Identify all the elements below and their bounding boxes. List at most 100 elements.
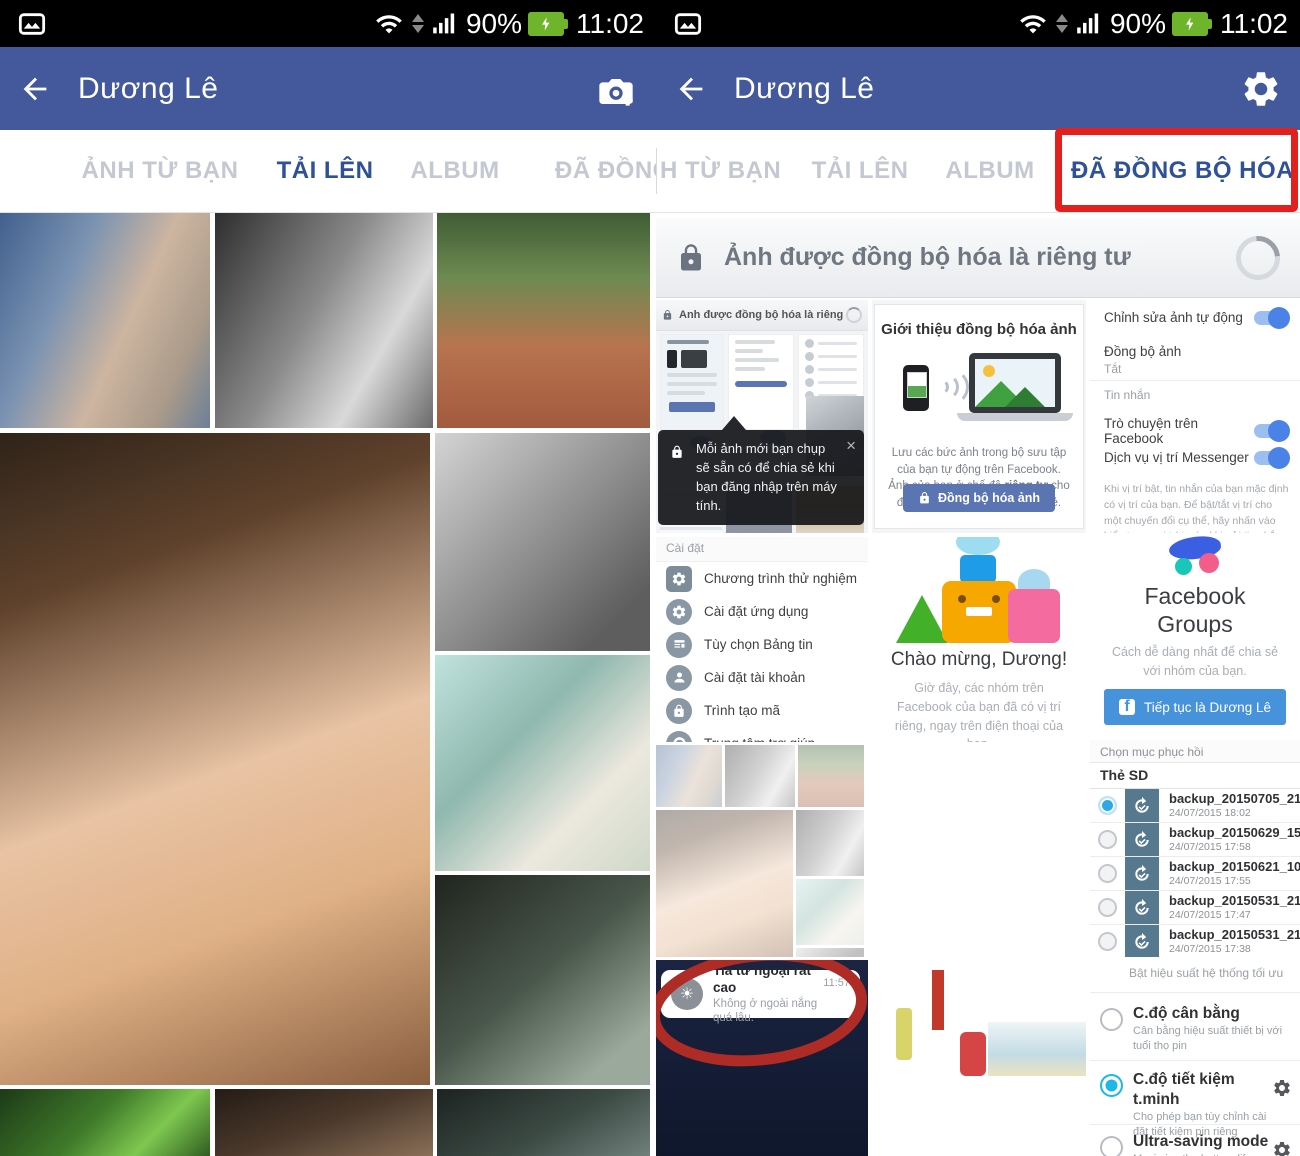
person-icon [666,664,692,691]
close-icon[interactable]: × [846,434,856,459]
setting-photo-sync-label[interactable]: Đồng bộ ảnh [1104,344,1288,359]
gear-icon [666,598,692,625]
data-activity-icon [411,14,424,33]
radio-icon[interactable] [1100,1008,1123,1031]
menu-item-app-settings[interactable]: Cài đặt ứng dụng [656,595,868,628]
radio-icon[interactable] [1098,830,1117,849]
tab-photos-of-you[interactable]: ẢNH TỪ BẠN [70,130,250,212]
lock-icon [663,309,672,320]
photo-large[interactable] [0,433,430,1085]
performance-mode-sub: Bật hiệu suất hệ thống tối ưu [1129,966,1284,980]
laptop-base [957,413,1073,421]
location-toggle[interactable] [1254,446,1290,469]
sync-intro-panel: Giới thiệu đồng bộ hóa ảnh Lưu các bức ả… [872,300,1086,533]
settings-menu-header: Cài đặt [656,537,868,562]
sync-photos-button[interactable]: Đồng bộ hóa ảnh [903,484,1055,512]
welcome-panel: Chào mừng, Dương! Giờ đây, các nhóm trên… [872,537,1086,742]
photo-thumbnail[interactable] [215,213,433,428]
gallery-icon [673,10,703,38]
gear-icon[interactable] [1272,1140,1292,1156]
radio-selected-icon[interactable] [1098,796,1117,815]
backup-row[interactable]: backup_20150621_10340924/07/2015 17:55 [1090,857,1300,891]
camera-add-button[interactable] [594,69,638,109]
restore-icon [1125,823,1159,856]
wifi-icon [373,10,405,38]
mini-privacy-text: Anh được đồng bộ hóa là riêng tư [679,309,846,321]
synced-screenshot-thumbnail[interactable]: Anh được đồng bộ hóa là riêng tư Mỗi ảnh… [656,300,868,533]
back-button[interactable] [674,72,708,106]
photo-thumbnail[interactable] [0,1089,210,1156]
photo-thumbnail[interactable] [435,433,650,651]
backup-row[interactable]: backup_20150629_15310724/07/2015 17:58 [1090,823,1300,857]
mini-progress-bar [735,381,787,387]
backup-row[interactable]: backup_20150531_21223324/07/2015 17:47 [1090,891,1300,925]
battery-mode-row[interactable]: C.độ tiết kiệm t.minh Cho phép bạn tùy c… [1098,1070,1292,1140]
radio-icon[interactable] [1100,1136,1123,1156]
signal-bars-icon [431,10,461,38]
photo-thumbnail[interactable] [437,213,650,428]
chat-toggle[interactable] [1254,420,1290,442]
sync-tooltip: Mỗi ảnh mới bạn chụp sẽ sẵn có để chia s… [658,415,864,526]
tab-photos-of-you[interactable]: H TỪ BẠN [656,130,790,212]
wave-icon [933,369,969,405]
radio-selected-icon[interactable] [1100,1074,1123,1097]
lock-icon [681,243,701,270]
back-button[interactable] [18,72,52,106]
faded-gallery-thumbnail[interactable] [656,745,868,957]
battery-icon [1172,11,1212,36]
tab-synced[interactable]: ĐÃ ĐỒNG BỘ HÓA [1071,130,1294,212]
restore-icon [1125,891,1159,924]
menu-item-beta-program[interactable]: Chương trình thử nghiệm [656,562,868,595]
notification-screenshot: ☀ Tia tử ngoại rất cao Không ở ngoài nắn… [656,960,868,1156]
menu-item-account-settings[interactable]: Cài đặt tài khoản [656,661,868,694]
store-person [960,1032,986,1076]
mini-panel [660,334,724,430]
auto-edit-toggle[interactable] [1254,306,1290,329]
photo-thumbnail[interactable] [435,875,650,1085]
tab-albums[interactable]: ALBUM [400,130,510,212]
gear-icon[interactable] [1272,1078,1292,1140]
radio-icon[interactable] [1098,898,1117,917]
wifi-icon [1017,10,1049,38]
app-header: Dương Lê [656,47,1300,130]
backup-row[interactable]: backup_20150705_21335724/07/2015 18:02 [1090,789,1300,823]
tab-synced[interactable]: ĐÃ ĐỒNG [555,130,656,212]
mini-privacy-banner: Anh được đồng bộ hóa là riêng tư [656,300,868,331]
photo-thumbnail[interactable] [435,655,650,871]
radio-icon[interactable] [1098,864,1117,883]
battery-mode-row[interactable]: C.độ cân bằng Cân bằng hiệu suất thiết b… [1098,1004,1292,1054]
status-bar: 90% 11:02 [656,0,1300,47]
tab-uploads[interactable]: TẢI LÊN [255,130,395,212]
lock-icon [920,492,929,504]
gear-icon [666,565,692,592]
clock: 11:02 [576,7,644,39]
backup-row[interactable]: backup_20150531_21210524/07/2015 17:38 [1090,925,1300,957]
tab-uploads[interactable]: TẢI LÊN [805,130,915,212]
photo-thumbnail[interactable] [215,1089,433,1156]
right-screenshot: 90% 11:02 Dương Lê H TỪ BẠN TẢI LÊN ALBU… [656,0,1300,1156]
battery-icon [528,11,568,36]
groups-subtitle: Cách dễ dàng nhất để chia sẻ với nhóm củ… [1111,645,1279,678]
radio-icon[interactable] [1098,932,1117,951]
menu-item-code-generator[interactable]: Trình tạo mã [656,694,868,727]
selfie-photo[interactable] [872,745,1086,957]
photo-thumbnail[interactable] [0,213,210,428]
store-person [896,1008,912,1060]
settings-gear-button[interactable] [1240,68,1282,110]
photo-thumbnail[interactable] [437,1089,650,1156]
continue-as-button[interactable]: f Tiếp tục là Dương Lê [1104,689,1286,725]
battery-modes-panel: Bật hiệu suất hệ thống tối ưu C.độ cân b… [1090,960,1300,1156]
battery-mode-row[interactable]: Ultra-saving mode Maximize the battery l… [1098,1132,1292,1156]
status-bar: 90% 11:02 [0,0,656,47]
storage-label: Thẻ SD [1090,763,1300,789]
menu-item-help-center[interactable]: Trung tâm trợ giúp [656,727,868,742]
tab-albums[interactable]: ALBUM [940,130,1040,212]
store-photo[interactable] [872,962,1086,1156]
store-banner [932,970,944,1030]
left-screenshot: 90% 11:02 Dương Lê ẢNH TỪ BẠN TẢI LÊN AL… [0,0,656,1156]
phone-to-laptop-graphic [875,351,1083,429]
robots-illustration [872,537,1086,643]
clock: 11:02 [1220,7,1288,39]
menu-item-news-feed-prefs[interactable]: Tùy chọn Bảng tin [656,628,868,661]
mini-sync-button [669,402,715,412]
